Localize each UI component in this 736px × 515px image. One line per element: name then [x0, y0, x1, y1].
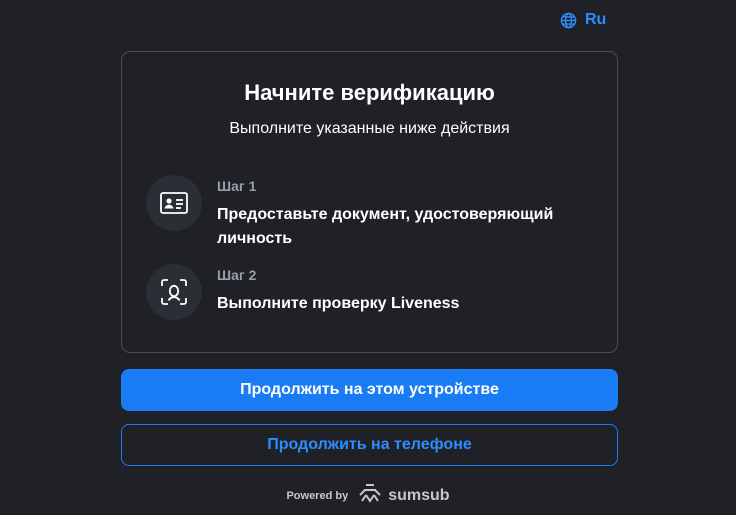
globe-icon — [560, 12, 577, 29]
verification-card: Начните верификацию Выполните указанные … — [121, 51, 618, 353]
card-subtitle: Выполните указанные ниже действия — [229, 120, 510, 137]
step-2-label: Шаг 2 — [217, 267, 257, 283]
step-1-label: Шаг 1 — [217, 178, 257, 194]
powered-by-label: Powered by — [286, 489, 349, 502]
continue-on-device-button[interactable]: Продолжить на этом устройстве — [121, 369, 618, 411]
id-card-icon — [146, 175, 202, 231]
brand-name: sumsub — [388, 486, 450, 504]
step-1-description: Предоставьте документ, удостоверяющий ли… — [217, 206, 554, 247]
brand-link[interactable]: sumsub — [357, 483, 450, 508]
sumsub-logo-icon — [357, 483, 383, 508]
language-switcher[interactable]: Ru — [560, 11, 606, 29]
face-scan-icon — [146, 264, 202, 320]
card-title: Начните верификацию — [244, 80, 495, 105]
step-1: Шаг 1 Предоставьте документ, удостоверяю… — [146, 175, 597, 251]
verification-page: Ru Начните верификацию Выполните указанн… — [0, 0, 736, 515]
step-2-description: Выполните проверку Liveness — [217, 295, 460, 312]
continue-on-phone-button[interactable]: Продолжить на телефоне — [121, 424, 618, 466]
step-2: Шаг 2 Выполните проверку Liveness — [146, 264, 597, 320]
language-label: Ru — [585, 11, 607, 28]
footer: Powered by sumsub — [0, 483, 736, 508]
